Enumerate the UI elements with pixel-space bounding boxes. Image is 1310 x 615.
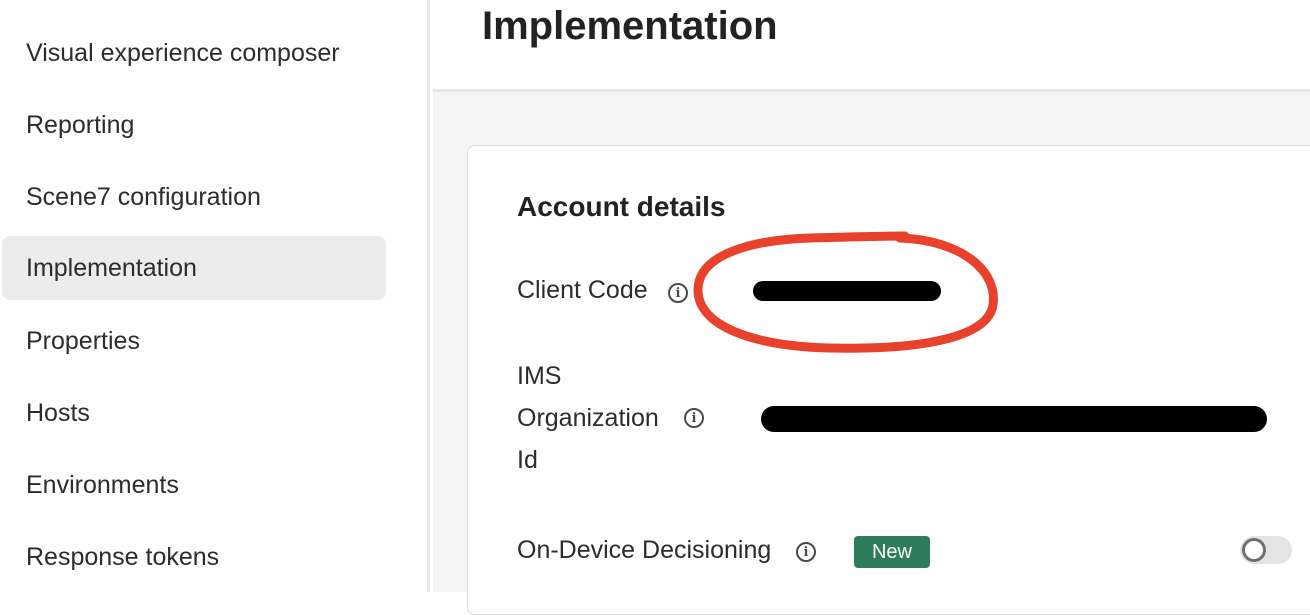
client-code-label: Client Code bbox=[517, 276, 648, 304]
sidebar-item-response-tokens[interactable]: Response tokens bbox=[2, 525, 386, 589]
account-details-card: Account details Client Code i IMS Organi… bbox=[467, 145, 1310, 615]
sidebar-item-environments[interactable]: Environments bbox=[2, 453, 386, 517]
page-title: Implementation bbox=[482, 4, 778, 48]
on-device-decisioning-toggle[interactable] bbox=[1240, 536, 1292, 564]
ims-org-label-line2: Organization bbox=[517, 404, 659, 432]
sidebar-nav: Visual experience composer Reporting Sce… bbox=[0, 0, 430, 592]
client-code-value-redacted bbox=[753, 281, 941, 301]
new-badge: New bbox=[854, 536, 930, 568]
info-icon[interactable]: i bbox=[796, 542, 816, 562]
toggle-knob bbox=[1242, 538, 1266, 562]
ims-org-label-line3: Id bbox=[517, 446, 538, 474]
sidebar-item-visual-experience-composer[interactable]: Visual experience composer bbox=[2, 21, 386, 85]
page-header: Implementation bbox=[433, 0, 1310, 92]
info-icon[interactable]: i bbox=[684, 408, 704, 428]
sidebar-item-label: Response tokens bbox=[26, 542, 220, 571]
main-content: Implementation Account details Client Co… bbox=[433, 0, 1310, 615]
sidebar-item-properties[interactable]: Properties bbox=[2, 309, 386, 373]
sidebar-item-reporting[interactable]: Reporting bbox=[2, 93, 386, 157]
info-icon[interactable]: i bbox=[668, 283, 688, 303]
ims-org-value-redacted bbox=[761, 406, 1267, 432]
sidebar-item-implementation[interactable]: Implementation bbox=[2, 236, 386, 300]
on-device-decisioning-label: On-Device Decisioning bbox=[517, 536, 772, 564]
sidebar-item-scene7-configuration[interactable]: Scene7 configuration bbox=[2, 165, 386, 229]
sidebar-item-label: Scene7 configuration bbox=[26, 182, 261, 211]
ims-org-label-line1: IMS bbox=[517, 362, 562, 390]
account-details-title: Account details bbox=[517, 191, 726, 222]
sidebar-item-label: Visual experience composer bbox=[26, 38, 340, 67]
sidebar-item-label: Reporting bbox=[26, 110, 135, 139]
sidebar-item-label: Properties bbox=[26, 326, 140, 355]
sidebar-item-label: Implementation bbox=[26, 253, 197, 282]
sidebar-item-label: Hosts bbox=[26, 398, 90, 427]
sidebar-item-hosts[interactable]: Hosts bbox=[2, 381, 386, 445]
sidebar-item-label: Environments bbox=[26, 470, 179, 499]
